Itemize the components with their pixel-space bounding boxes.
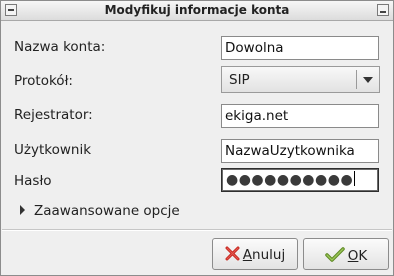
account-name-field[interactable]: Dowolna	[221, 36, 379, 60]
ok-label: K	[358, 248, 368, 264]
green-check-icon	[325, 247, 345, 262]
password-dots: ●●●●●●●●●●	[226, 172, 354, 188]
user-field[interactable]: NazwaUzytkownika	[221, 139, 379, 163]
advanced-options-label: Zaawansowane opcje	[34, 203, 180, 219]
registrar-label: Rejestrator:	[14, 107, 93, 123]
account-name-label: Nazwa konta:	[14, 39, 106, 55]
title-bar[interactable]: Modyfikuj informacje konta	[1, 1, 393, 21]
advanced-options-expander[interactable]: Zaawansowane opcje	[20, 203, 180, 219]
dialog-window: Modyfikuj informacje konta Nazwa konta: …	[0, 0, 394, 276]
password-label: Hasło	[14, 173, 52, 189]
password-field[interactable]: ●●●●●●●●●●	[221, 168, 379, 192]
window-title: Modyfikuj informacje konta	[104, 3, 290, 17]
cancel-mnemonic: A	[242, 247, 253, 263]
chevron-down-icon	[363, 77, 373, 83]
user-label: Użytkownik	[14, 142, 92, 158]
cancel-button[interactable]: Anuluj	[212, 238, 298, 270]
minimize-button[interactable]	[377, 4, 389, 16]
protocol-label: Protokół:	[14, 73, 73, 89]
text-cursor	[354, 171, 356, 186]
dropdown-separator	[356, 70, 357, 89]
ok-button[interactable]: OK	[303, 238, 389, 270]
registrar-field[interactable]: ekiga.net	[221, 104, 379, 128]
protocol-value: SIP	[229, 72, 250, 88]
protocol-dropdown[interactable]: SIP	[221, 66, 380, 93]
red-x-icon	[225, 246, 240, 261]
cancel-label: nuluj	[252, 247, 286, 263]
expander-arrow-icon	[20, 205, 25, 215]
ok-mnemonic: O	[347, 248, 359, 264]
separator	[2, 229, 392, 231]
